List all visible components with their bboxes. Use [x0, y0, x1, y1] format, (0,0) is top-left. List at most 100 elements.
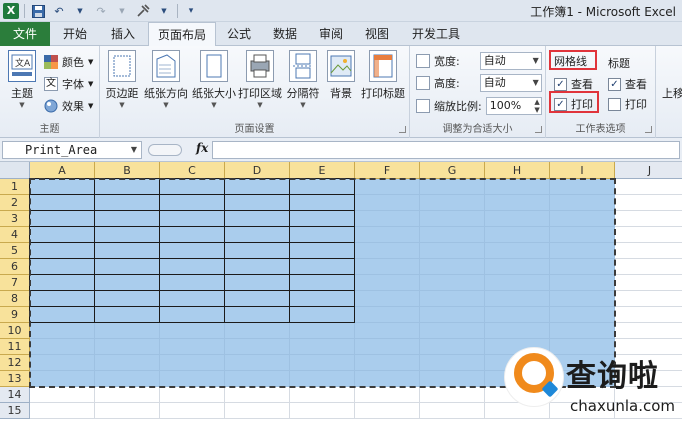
cell-H5[interactable]: [485, 243, 550, 259]
cell-H2[interactable]: [485, 195, 550, 211]
row-header[interactable]: 5: [0, 243, 30, 259]
formula-bar-toggle[interactable]: [148, 144, 182, 156]
cell-J2[interactable]: [615, 195, 682, 211]
row-header[interactable]: 10: [0, 323, 30, 339]
row-header[interactable]: 15: [0, 403, 30, 419]
column-header[interactable]: A: [30, 162, 95, 179]
cell-B11[interactable]: [95, 339, 160, 355]
cell-E3[interactable]: [290, 211, 355, 227]
cell-A12[interactable]: [30, 355, 95, 371]
cell-G12[interactable]: [420, 355, 485, 371]
cell-G4[interactable]: [420, 227, 485, 243]
cell-H7[interactable]: [485, 275, 550, 291]
cell-A11[interactable]: [30, 339, 95, 355]
headings-view-checkbox[interactable]: ✓: [608, 77, 621, 91]
cell-C10[interactable]: [160, 323, 225, 339]
dropdown-arrow-icon[interactable]: ▼: [114, 3, 130, 19]
cell-F8[interactable]: [355, 291, 420, 307]
cell-B10[interactable]: [95, 323, 160, 339]
cell-F11[interactable]: [355, 339, 420, 355]
sheet-options-launcher-icon[interactable]: [645, 126, 652, 133]
cell-B7[interactable]: [95, 275, 160, 291]
column-header[interactable]: D: [225, 162, 290, 179]
tab-formulas[interactable]: 公式: [220, 22, 258, 46]
column-header[interactable]: C: [160, 162, 225, 179]
cell-B1[interactable]: [95, 179, 160, 195]
cell-E5[interactable]: [290, 243, 355, 259]
cell-D9[interactable]: [225, 307, 290, 323]
cell-J10[interactable]: [615, 323, 682, 339]
name-box[interactable]: Print_Area ▼: [2, 141, 142, 159]
cell-E15[interactable]: [290, 403, 355, 419]
cell-G15[interactable]: [420, 403, 485, 419]
cell-A5[interactable]: [30, 243, 95, 259]
cell-F3[interactable]: [355, 211, 420, 227]
cell-D7[interactable]: [225, 275, 290, 291]
save-icon[interactable]: [30, 3, 46, 19]
qat-more-icon[interactable]: ▾: [183, 3, 199, 19]
cell-A7[interactable]: [30, 275, 95, 291]
cell-A14[interactable]: [30, 387, 95, 403]
insert-function-icon[interactable]: fx: [196, 141, 208, 155]
cell-A4[interactable]: [30, 227, 95, 243]
cell-J6[interactable]: [615, 259, 682, 275]
cell-F5[interactable]: [355, 243, 420, 259]
cell-G3[interactable]: [420, 211, 485, 227]
print-titles-button[interactable]: 打印标题: [360, 50, 406, 101]
formula-input[interactable]: [212, 141, 680, 159]
cell-G14[interactable]: [420, 387, 485, 403]
cell-B15[interactable]: [95, 403, 160, 419]
tab-insert[interactable]: 插入: [104, 22, 142, 46]
cell-I8[interactable]: [550, 291, 615, 307]
cell-B12[interactable]: [95, 355, 160, 371]
cell-J4[interactable]: [615, 227, 682, 243]
cell-H1[interactable]: [485, 179, 550, 195]
row-header[interactable]: 12: [0, 355, 30, 371]
cell-I7[interactable]: [550, 275, 615, 291]
cell-A6[interactable]: [30, 259, 95, 275]
cell-D1[interactable]: [225, 179, 290, 195]
cell-G6[interactable]: [420, 259, 485, 275]
cell-E9[interactable]: [290, 307, 355, 323]
cell-B9[interactable]: [95, 307, 160, 323]
cell-E12[interactable]: [290, 355, 355, 371]
cell-F7[interactable]: [355, 275, 420, 291]
cell-A1[interactable]: [30, 179, 95, 195]
cell-D12[interactable]: [225, 355, 290, 371]
row-header[interactable]: 14: [0, 387, 30, 403]
cell-I6[interactable]: [550, 259, 615, 275]
cell-C7[interactable]: [160, 275, 225, 291]
cell-G10[interactable]: [420, 323, 485, 339]
cell-H4[interactable]: [485, 227, 550, 243]
cell-D14[interactable]: [225, 387, 290, 403]
print-area-button[interactable]: 打印区域 ▼: [238, 50, 282, 109]
undo-icon[interactable]: ↶: [51, 3, 67, 19]
cell-D3[interactable]: [225, 211, 290, 227]
tab-developer[interactable]: 开发工具: [408, 22, 464, 46]
cell-H8[interactable]: [485, 291, 550, 307]
cell-A13[interactable]: [30, 371, 95, 387]
background-button[interactable]: 背景: [326, 50, 356, 101]
cell-D2[interactable]: [225, 195, 290, 211]
column-header[interactable]: J: [615, 162, 682, 179]
cell-B13[interactable]: [95, 371, 160, 387]
cell-C5[interactable]: [160, 243, 225, 259]
cell-C4[interactable]: [160, 227, 225, 243]
customize-icon[interactable]: [135, 3, 151, 19]
cell-D4[interactable]: [225, 227, 290, 243]
cell-B5[interactable]: [95, 243, 160, 259]
bring-forward-button[interactable]: 上移: [662, 82, 682, 101]
cell-F12[interactable]: [355, 355, 420, 371]
cell-I9[interactable]: [550, 307, 615, 323]
tab-review[interactable]: 审阅: [312, 22, 350, 46]
redo-icon[interactable]: ↷: [93, 3, 109, 19]
cell-F14[interactable]: [355, 387, 420, 403]
fonts-button[interactable]: 文 字体 ▼: [44, 74, 93, 94]
cell-D6[interactable]: [225, 259, 290, 275]
cell-D8[interactable]: [225, 291, 290, 307]
row-header[interactable]: 11: [0, 339, 30, 355]
dropdown-arrow-icon[interactable]: ▼: [156, 3, 172, 19]
cell-G9[interactable]: [420, 307, 485, 323]
cell-F10[interactable]: [355, 323, 420, 339]
cell-D15[interactable]: [225, 403, 290, 419]
